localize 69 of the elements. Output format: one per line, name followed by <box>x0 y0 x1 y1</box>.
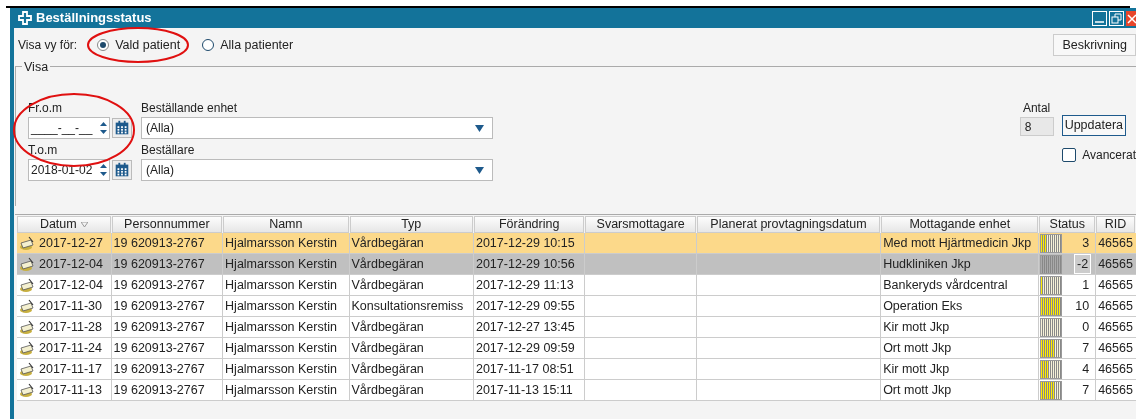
calendar-icon[interactable] <box>112 160 132 180</box>
radio-button[interactable] <box>202 39 215 51</box>
spinner-arrows-icon[interactable] <box>100 121 107 135</box>
dropdown-arrow-icon <box>475 124 484 132</box>
status-number: 0 <box>1081 318 1091 336</box>
advanced-checkbox[interactable]: Avancerat <box>1062 146 1136 164</box>
radio-label[interactable]: Alla patienter <box>220 35 294 55</box>
table-row[interactable]: 2017-11-30 19 620913-2767 Hjalmarsson Kerstin Konsultationsremiss 2017-12-29 09:55 Operation Eks 10 46565 <box>17 296 1136 317</box>
sort-icon <box>80 222 88 227</box>
column-header[interactable]: Förändring <box>473 216 585 233</box>
status-number: -2 <box>1074 253 1092 275</box>
document-stack-icon <box>19 298 35 314</box>
table-row[interactable]: 2017-11-28 19 620913-2767 Hjalmarsson Kerstin Vårdbegäran 2017-12-27 13:45 Kir mott Jkp 0 46565 <box>17 317 1136 338</box>
status-number: 7 <box>1081 339 1091 357</box>
column-header[interactable]: Personnummer <box>111 216 223 233</box>
window-title: Beställningsstatus <box>36 9 152 28</box>
table-cell: Ort mott Jkp <box>881 380 1040 401</box>
spinner-arrows-icon[interactable] <box>100 163 107 177</box>
document-stack-icon <box>19 277 35 293</box>
table-row[interactable]: 2017-12-04 19 620913-2767 Hjalmarsson Kerstin Vårdbegäran 2017-12-29 10:56 Hudkliniken Jkp -2 46565 <box>17 254 1136 275</box>
dropdown[interactable]: (Alla) <box>141 159 493 181</box>
status-number: 3 <box>1081 234 1091 252</box>
minimize-icon[interactable] <box>1092 10 1107 26</box>
column-header[interactable]: Typ <box>349 216 473 233</box>
table-row[interactable]: 2017-12-04 19 620913-2767 Hjalmarsson Kerstin Vårdbegäran 2017-12-29 11:13 Bankeryds vårdcentral 1 46565 <box>17 275 1136 296</box>
status-number: 1 <box>1081 276 1091 294</box>
table-row[interactable]: 2017-11-24 19 620913-2767 Hjalmarsson Kerstin Vårdbegäran 2017-12-29 09:59 Ort mott Jkp 7 46565 <box>17 338 1136 359</box>
update-button[interactable]: Uppdatera <box>1061 115 1126 136</box>
close-icon[interactable] <box>1126 10 1136 26</box>
document-stack-icon <box>19 382 35 398</box>
column-header[interactable]: Mottagande enhet <box>881 216 1039 233</box>
to-label: T.o.m <box>28 142 59 159</box>
table-cell: 46565 <box>1096 380 1136 401</box>
table-cell: 2017-11-13 15:11 <box>473 380 586 401</box>
description-button[interactable]: Beskrivning <box>1053 34 1136 56</box>
column-header[interactable]: Planerat provtagningsdatum <box>696 216 881 233</box>
view-for-label: Visa vy för: <box>18 37 78 54</box>
document-stack-icon <box>19 235 35 251</box>
table-cell: Hjalmarsson Kerstin <box>223 380 350 401</box>
column-header[interactable]: Namn <box>223 216 349 233</box>
column-header[interactable]: Status <box>1039 216 1096 233</box>
document-stack-icon <box>19 319 35 335</box>
table-cell: 19 620913-2767 <box>111 380 224 401</box>
column-header[interactable]: Datum <box>17 216 111 233</box>
orderer-label: Beställare <box>141 142 196 159</box>
calendar-icon[interactable] <box>112 118 132 138</box>
document-stack-icon <box>19 340 35 356</box>
table-cell: 2017-11-13 <box>17 380 112 401</box>
status-number: 4 <box>1081 360 1091 378</box>
radio-button[interactable] <box>97 39 110 51</box>
dropdown-arrow-icon <box>475 166 484 174</box>
status-number: 10 <box>1074 297 1091 315</box>
date-field[interactable]: ____-__-__ <box>28 117 110 139</box>
status-number: 7 <box>1081 381 1091 399</box>
table-row[interactable]: 2017-11-17 19 620913-2767 Hjalmarsson Kerstin Vårdbegäran 2017-11-17 08:51 Kir mott Jkp 4 46565 <box>17 359 1136 380</box>
cross-icon <box>18 11 32 25</box>
restore-icon[interactable] <box>1109 10 1124 26</box>
column-header[interactable]: Svarsmottagare <box>585 216 696 233</box>
dropdown[interactable]: (Alla) <box>141 117 493 139</box>
count-label: Antal <box>1022 100 1051 117</box>
table-row[interactable]: 2017-12-27 19 620913-2767 Hjalmarsson Kerstin Vårdbegäran 2017-12-29 10:15 Med mott Hjärtmedicin Jkp 3 46565 <box>17 233 1136 254</box>
document-stack-icon <box>19 361 35 377</box>
column-header[interactable]: RID <box>1096 216 1135 233</box>
count-field: 8 <box>1019 117 1054 136</box>
ordering-unit-label: Beställande enhet <box>141 100 239 117</box>
table-row[interactable]: 2017-11-13 19 620913-2767 Hjalmarsson Kerstin Vårdbegäran 2017-11-13 15:11 Ort mott Jkp 7 46565 <box>17 380 1136 401</box>
table-cell: Vårdbegäran <box>349 380 474 401</box>
document-stack-icon <box>19 256 35 272</box>
date-field[interactable]: 2018-01-02 <box>28 159 110 181</box>
